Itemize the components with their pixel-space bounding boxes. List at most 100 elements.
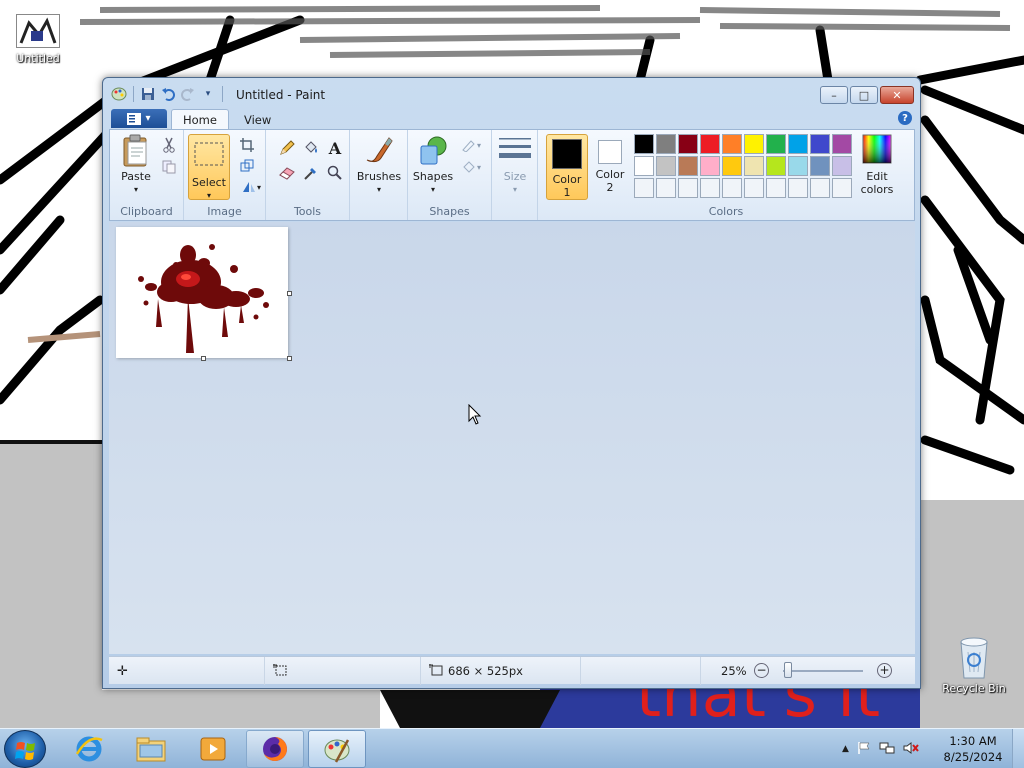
show-hidden-icons-icon[interactable]: ▲ xyxy=(842,744,849,754)
color2-button[interactable]: Color 2 xyxy=(590,134,630,194)
taskbar-firefox[interactable] xyxy=(246,730,304,768)
fill-icon[interactable]: ▾ xyxy=(458,158,484,176)
taskbar-paint[interactable] xyxy=(308,730,366,768)
taskbar-internet-explorer[interactable] xyxy=(60,730,118,768)
selection-size-icon xyxy=(273,663,287,679)
redo-icon[interactable] xyxy=(180,86,196,102)
palette-swatch-yellow[interactable] xyxy=(744,134,764,154)
tab-view[interactable]: View xyxy=(233,109,282,130)
edit-colors-label-line2: colors xyxy=(860,183,894,196)
image-group: Select ▾ ▾ Image xyxy=(184,130,266,220)
customize-toolbar-chevron-icon[interactable]: ▾ xyxy=(200,86,216,102)
palette-swatch-orange[interactable] xyxy=(722,134,742,154)
canvas-area[interactable] xyxy=(109,222,915,654)
palette-swatch-blue-gray[interactable] xyxy=(810,156,830,176)
taskbar-media-player[interactable] xyxy=(184,730,242,768)
color-palette xyxy=(634,134,852,198)
network-icon[interactable] xyxy=(879,741,895,758)
show-desktop-button[interactable] xyxy=(1012,729,1024,768)
magnifier-icon[interactable] xyxy=(326,164,344,182)
media-player-icon xyxy=(200,737,226,761)
shapes-button[interactable]: Shapes ▾ xyxy=(412,134,454,196)
palette-swatch-light-gray[interactable] xyxy=(656,156,676,176)
palette-swatch-rose[interactable] xyxy=(700,156,720,176)
palette-swatch-gray[interactable] xyxy=(656,134,676,154)
drawing-canvas[interactable] xyxy=(116,227,288,358)
minimize-button[interactable]: – xyxy=(820,86,848,104)
outline-icon[interactable]: ▾ xyxy=(458,136,484,154)
title-bar[interactable]: ▾ Untitled - Paint – □ ✕ xyxy=(103,78,920,108)
tab-home[interactable]: Home xyxy=(171,109,229,130)
zoom-out-button[interactable]: − xyxy=(754,663,769,678)
canvas-resize-handle-corner[interactable] xyxy=(287,356,292,361)
action-center-flag-icon[interactable] xyxy=(857,741,871,758)
color-picker-icon[interactable] xyxy=(302,164,320,182)
copy-icon[interactable] xyxy=(160,158,178,176)
canvas-resize-handle-right[interactable] xyxy=(287,291,292,296)
palette-swatch-red[interactable] xyxy=(700,134,720,154)
palette-swatch-indigo[interactable] xyxy=(810,134,830,154)
palette-swatch-green[interactable] xyxy=(766,134,786,154)
resize-icon[interactable] xyxy=(238,157,256,175)
image-size-text: 686 × 525px xyxy=(448,664,523,678)
select-button[interactable]: Select ▾ xyxy=(188,134,230,200)
palette-swatch-empty[interactable] xyxy=(788,178,808,198)
chevron-down-icon: ▾ xyxy=(133,185,138,194)
palette-swatch-turquoise[interactable] xyxy=(788,134,808,154)
palette-swatch-white[interactable] xyxy=(634,156,654,176)
maximize-button[interactable]: □ xyxy=(850,86,878,104)
zoom-in-button[interactable]: + xyxy=(877,663,892,678)
palette-swatch-gold[interactable] xyxy=(722,156,742,176)
rotate-icon[interactable]: ▾ xyxy=(238,178,264,196)
pencil-icon[interactable] xyxy=(278,139,296,157)
taskbar-file-explorer[interactable] xyxy=(122,730,180,768)
volume-muted-icon[interactable] xyxy=(903,741,919,758)
edit-colors-button[interactable]: Edit colors xyxy=(856,134,898,196)
close-button[interactable]: ✕ xyxy=(880,86,914,104)
chevron-down-icon: ▾ xyxy=(430,185,435,194)
palette-swatch-empty[interactable] xyxy=(832,178,852,198)
brushes-button[interactable]: Brushes ▾ xyxy=(356,134,402,196)
palette-swatch-empty[interactable] xyxy=(678,178,698,198)
palette-swatch-light-yellow[interactable] xyxy=(744,156,764,176)
desktop-icon-untitled[interactable]: Untitled xyxy=(2,14,74,65)
color1-button[interactable]: Color 1 xyxy=(546,134,588,200)
paint-app-icon[interactable] xyxy=(111,86,127,102)
desktop-icon-recycle-bin[interactable]: Recycle Bin xyxy=(938,632,1010,695)
undo-icon[interactable] xyxy=(160,86,176,102)
zoom-slider-thumb[interactable] xyxy=(784,662,792,678)
palette-swatch-light-turquoise[interactable] xyxy=(788,156,808,176)
clock[interactable]: 1:30 AM 8/25/2024 xyxy=(940,733,1006,765)
palette-swatch-empty[interactable] xyxy=(766,178,786,198)
canvas-resize-handle-bottom[interactable] xyxy=(201,356,206,361)
palette-swatch-lime[interactable] xyxy=(766,156,786,176)
tools-group: A Tools xyxy=(266,130,350,220)
save-icon[interactable] xyxy=(140,86,156,102)
palette-swatch-empty[interactable] xyxy=(700,178,720,198)
palette-swatch-brown[interactable] xyxy=(678,156,698,176)
paint-menu-icon xyxy=(127,112,142,125)
fill-bucket-icon[interactable] xyxy=(302,139,320,157)
help-icon[interactable]: ? xyxy=(898,111,912,125)
zoom-slider-track[interactable] xyxy=(783,670,863,672)
palette-swatch-empty[interactable] xyxy=(656,178,676,198)
palette-swatch-empty[interactable] xyxy=(744,178,764,198)
palette-swatch-dark-red[interactable] xyxy=(678,134,698,154)
palette-swatch-empty[interactable] xyxy=(634,178,654,198)
cut-icon[interactable] xyxy=(160,136,178,154)
desktop-icon-label: Untitled xyxy=(16,52,60,65)
eraser-icon[interactable] xyxy=(278,164,296,182)
text-icon[interactable]: A xyxy=(326,139,344,158)
palette-swatch-empty[interactable] xyxy=(722,178,742,198)
paint-menu-button[interactable]: ▾ xyxy=(111,109,167,128)
crop-icon[interactable] xyxy=(238,136,256,154)
palette-swatch-purple[interactable] xyxy=(832,134,852,154)
palette-swatch-lavender[interactable] xyxy=(832,156,852,176)
start-button[interactable] xyxy=(4,730,46,768)
clipboard-group-label: Clipboard xyxy=(120,205,173,218)
line-width-icon xyxy=(499,134,531,166)
paste-button[interactable]: Paste ▾ xyxy=(116,134,156,196)
size-button[interactable]: Size ▾ xyxy=(496,134,534,196)
palette-swatch-empty[interactable] xyxy=(810,178,830,198)
palette-swatch-black[interactable] xyxy=(634,134,654,154)
